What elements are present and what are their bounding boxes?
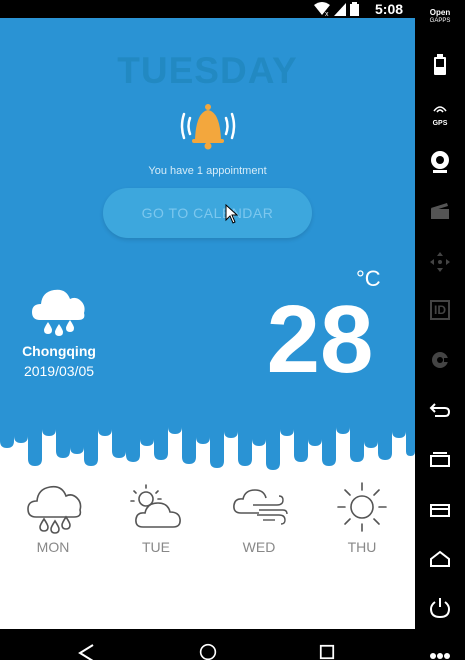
forecast-label: TUE	[142, 539, 170, 555]
power-icon[interactable]	[415, 597, 465, 624]
navigation-bar	[0, 629, 415, 660]
sun-icon	[337, 482, 387, 532]
forecast-day-tue[interactable]: TUE	[120, 481, 192, 555]
status-time: 5:08	[375, 1, 404, 17]
battery-icon[interactable]	[415, 54, 465, 81]
camera-icon[interactable]	[415, 150, 465, 179]
temperature-value: 28	[266, 286, 374, 393]
forecast-label: WED	[242, 539, 276, 555]
gps-icon[interactable]: GPS	[415, 102, 465, 128]
cursor-icon	[225, 204, 239, 224]
rain-cloud-icon	[27, 485, 82, 534]
hero-panel: TUESDAY You have 1 appointment GO TO CAL…	[0, 18, 415, 488]
status-bar: x 5:08	[0, 0, 415, 18]
day-title: TUESDAY	[117, 50, 298, 91]
id-icon[interactable]: ID	[415, 300, 465, 320]
recents-icon[interactable]	[415, 452, 465, 473]
emulator-side-panel: Open GAPPS GPS ID	[415, 0, 465, 660]
go-to-calendar-button[interactable]: GO TO CALENDAR	[103, 188, 312, 238]
forecast-label: MON	[36, 539, 70, 555]
media-icon[interactable]	[415, 350, 465, 375]
id-label: ID	[430, 300, 450, 320]
home-icon[interactable]	[415, 550, 465, 573]
forecast-day-mon[interactable]: MON	[17, 481, 89, 555]
wind-cloud-icon	[233, 489, 288, 525]
menu-icon[interactable]	[415, 502, 465, 523]
city-name: Chongqing	[22, 343, 96, 359]
dpad-icon[interactable]	[415, 250, 465, 279]
date-text: 2019/03/05	[23, 363, 95, 379]
gps-label: GPS	[432, 120, 448, 127]
signal-icon	[334, 3, 346, 16]
forecast-day-thu[interactable]: THU	[326, 481, 398, 555]
back-icon[interactable]	[415, 402, 465, 423]
home-icon[interactable]	[197, 643, 219, 660]
sun-cloud-icon	[130, 484, 181, 528]
bell-icon[interactable]	[178, 102, 238, 156]
open-gapps-logo: Open GAPPS	[429, 8, 451, 24]
recents-icon[interactable]	[318, 644, 336, 660]
more-icon[interactable]	[415, 647, 465, 660]
forecast-day-wed[interactable]: WED	[223, 481, 295, 555]
weather-app: TUESDAY You have 1 appointment GO TO CAL…	[0, 18, 415, 629]
clapper-icon[interactable]	[415, 202, 465, 225]
battery-icon	[350, 2, 359, 16]
forecast-label: THU	[347, 539, 377, 555]
wifi-icon: x	[314, 2, 330, 17]
rain-cloud-icon	[32, 289, 85, 336]
svg-text:x: x	[325, 11, 329, 17]
back-icon[interactable]	[78, 644, 96, 660]
appointment-text: You have 1 appointment	[148, 165, 267, 177]
